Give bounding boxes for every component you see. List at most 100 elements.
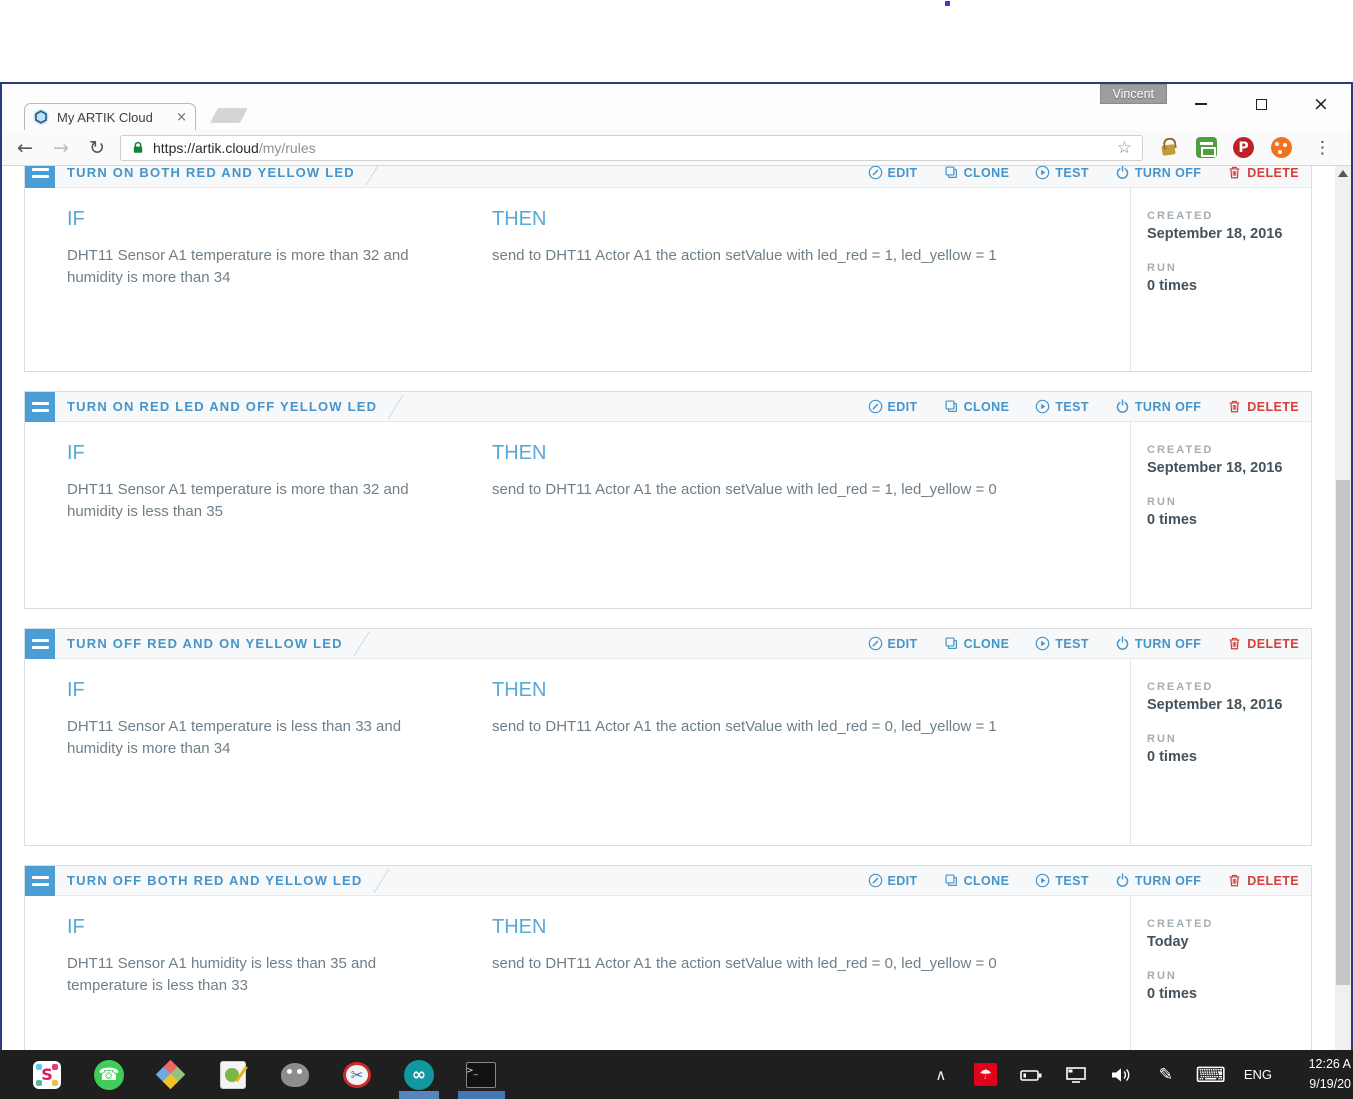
rule-actions: EDIT CLONE TEST TURN OFF DELETE — [868, 166, 1311, 180]
drag-handle-icon[interactable] — [25, 629, 55, 659]
delete-button[interactable]: DELETE — [1227, 873, 1299, 888]
close-button[interactable]: × — [1307, 92, 1335, 116]
turn-off-button[interactable]: TURN OFF — [1115, 873, 1201, 888]
rule-card-body: IF DHT11 Sensor A1 temperature is more t… — [25, 188, 1311, 371]
battery-icon[interactable] — [1019, 1063, 1043, 1087]
pen-icon[interactable]: ✎ — [1154, 1063, 1178, 1087]
meta-column: CREATED September 18, 2016 RUN 0 times — [1130, 188, 1311, 371]
created-label: CREATED — [1147, 681, 1305, 693]
then-action-text: send to DHT11 Actor A1 the action setVal… — [492, 953, 1130, 975]
delete-button[interactable]: DELETE — [1227, 636, 1299, 651]
then-column: THEN send to DHT11 Actor A1 the action s… — [492, 188, 1130, 371]
gimp-icon[interactable] — [279, 1059, 311, 1091]
slack-icon[interactable]: S — [31, 1059, 63, 1091]
run-value: 0 times — [1147, 278, 1305, 294]
rule-title: TURN OFF BOTH RED AND YELLOW LED — [67, 873, 363, 888]
window-controls: × — [1187, 92, 1335, 116]
bookmark-star-icon[interactable]: ☆ — [1117, 138, 1132, 158]
artik-favicon — [33, 109, 49, 125]
pinterest-extension-icon[interactable]: P — [1233, 137, 1254, 158]
created-label: CREATED — [1147, 210, 1305, 222]
diff-tool-icon[interactable] — [155, 1059, 187, 1091]
arduino-icon[interactable]: ∞ — [403, 1059, 435, 1091]
secure-lock-icon[interactable] — [131, 140, 145, 155]
run-value: 0 times — [1147, 986, 1305, 1002]
browser-menu-icon[interactable]: ⋮ — [1308, 138, 1337, 158]
drag-handle-icon[interactable] — [25, 166, 55, 188]
meta-column: CREATED September 18, 2016 RUN 0 times — [1130, 422, 1311, 608]
test-button[interactable]: TEST — [1035, 166, 1089, 180]
extensions-row: P ⋮ — [1153, 137, 1341, 159]
if-column: IF DHT11 Sensor A1 temperature is more t… — [67, 422, 492, 608]
title-slash-decoration — [365, 166, 381, 185]
drag-handle-icon[interactable] — [25, 866, 55, 896]
delete-button[interactable]: DELETE — [1227, 399, 1299, 414]
test-button[interactable]: TEST — [1035, 873, 1089, 888]
test-button[interactable]: TEST — [1035, 399, 1089, 414]
snipping-tool-icon[interactable]: ✂ — [341, 1059, 373, 1091]
taskbar: S ☎ ✂ ∞ >_ ∧ ☂ ✎ ⌨ ENG 12:26 A — [0, 1050, 1353, 1099]
profile-badge[interactable]: Vincent — [1100, 84, 1167, 104]
rule-title: TURN ON RED LED AND OFF YELLOW LED — [67, 399, 377, 414]
tab-close-icon[interactable]: × — [176, 110, 187, 125]
run-value: 0 times — [1147, 749, 1305, 765]
refresh-icon[interactable]: ↻ — [84, 137, 110, 159]
delete-button[interactable]: DELETE — [1227, 166, 1299, 180]
terminal-icon[interactable]: >_ — [465, 1059, 497, 1091]
turn-off-button[interactable]: TURN OFF — [1115, 636, 1201, 651]
then-heading: THEN — [492, 916, 1130, 939]
created-value: September 18, 2016 — [1147, 226, 1305, 242]
forward-icon[interactable]: → — [48, 137, 74, 159]
keyboard-icon[interactable]: ⌨ — [1199, 1063, 1223, 1087]
created-label: CREATED — [1147, 444, 1305, 456]
language-indicator[interactable]: ENG — [1244, 1067, 1272, 1082]
turn-off-button[interactable]: TURN OFF — [1115, 166, 1201, 180]
orange-extension-icon[interactable] — [1270, 137, 1292, 159]
test-button[interactable]: TEST — [1035, 636, 1089, 651]
scrollbar-up-arrow[interactable] — [1338, 170, 1348, 177]
maximize-button[interactable] — [1247, 92, 1275, 116]
if-condition-text: DHT11 Sensor A1 humidity is less than 35… — [67, 953, 419, 997]
stray-dot — [945, 1, 950, 6]
created-label: CREATED — [1147, 918, 1305, 930]
network-display-icon[interactable] — [1064, 1063, 1088, 1087]
if-condition-text: DHT11 Sensor A1 temperature is more than… — [67, 245, 419, 289]
title-slash-decoration — [353, 632, 369, 656]
clock-time: 12:26 A — [1309, 1057, 1351, 1071]
edit-button[interactable]: EDIT — [868, 873, 918, 888]
edit-button[interactable]: EDIT — [868, 399, 918, 414]
browser-tab[interactable]: My ARTIK Cloud × — [24, 103, 196, 130]
rule-title: TURN ON BOTH RED AND YELLOW LED — [67, 166, 355, 180]
whatsapp-icon[interactable]: ☎ — [93, 1059, 125, 1091]
rules-page: TURN ON BOTH RED AND YELLOW LED EDIT CLO… — [2, 166, 1351, 1098]
clone-button[interactable]: CLONE — [944, 399, 1010, 414]
clone-button[interactable]: CLONE — [944, 873, 1010, 888]
then-action-text: send to DHT11 Actor A1 the action setVal… — [492, 479, 1130, 501]
tray-chevron-up-icon[interactable]: ∧ — [929, 1063, 953, 1087]
minimize-button[interactable] — [1187, 92, 1215, 116]
clone-button[interactable]: CLONE — [944, 166, 1010, 180]
green-save-extension-icon[interactable] — [1195, 137, 1217, 159]
gold-lock-extension-icon[interactable] — [1157, 137, 1179, 159]
url-host: https://artik.cloud — [153, 140, 259, 156]
new-tab-button[interactable] — [210, 108, 248, 123]
rule-actions: EDIT CLONE TEST TURN OFF DELETE — [868, 636, 1311, 651]
clock[interactable]: 12:26 A 9/19/20 — [1293, 1055, 1351, 1094]
address-bar[interactable]: https://artik.cloud/my/rules ☆ — [120, 135, 1143, 161]
scrollbar-thumb[interactable] — [1336, 480, 1350, 985]
avira-tray-icon[interactable]: ☂ — [974, 1063, 998, 1087]
if-column: IF DHT11 Sensor A1 temperature is less t… — [67, 659, 492, 845]
clone-button[interactable]: CLONE — [944, 636, 1010, 651]
edit-button[interactable]: EDIT — [868, 166, 918, 180]
rule-actions: EDIT CLONE TEST TURN OFF DELETE — [868, 873, 1311, 888]
created-value: September 18, 2016 — [1147, 697, 1305, 713]
turn-off-button[interactable]: TURN OFF — [1115, 399, 1201, 414]
back-icon[interactable]: ← — [12, 137, 38, 159]
edit-button[interactable]: EDIT — [868, 636, 918, 651]
scrollbar[interactable] — [1335, 166, 1351, 1098]
active-app-indicator — [399, 1091, 439, 1099]
run-label: RUN — [1147, 733, 1305, 745]
notepad-plus-plus-icon[interactable] — [217, 1059, 249, 1091]
speaker-icon[interactable] — [1109, 1063, 1133, 1087]
drag-handle-icon[interactable] — [25, 392, 55, 422]
